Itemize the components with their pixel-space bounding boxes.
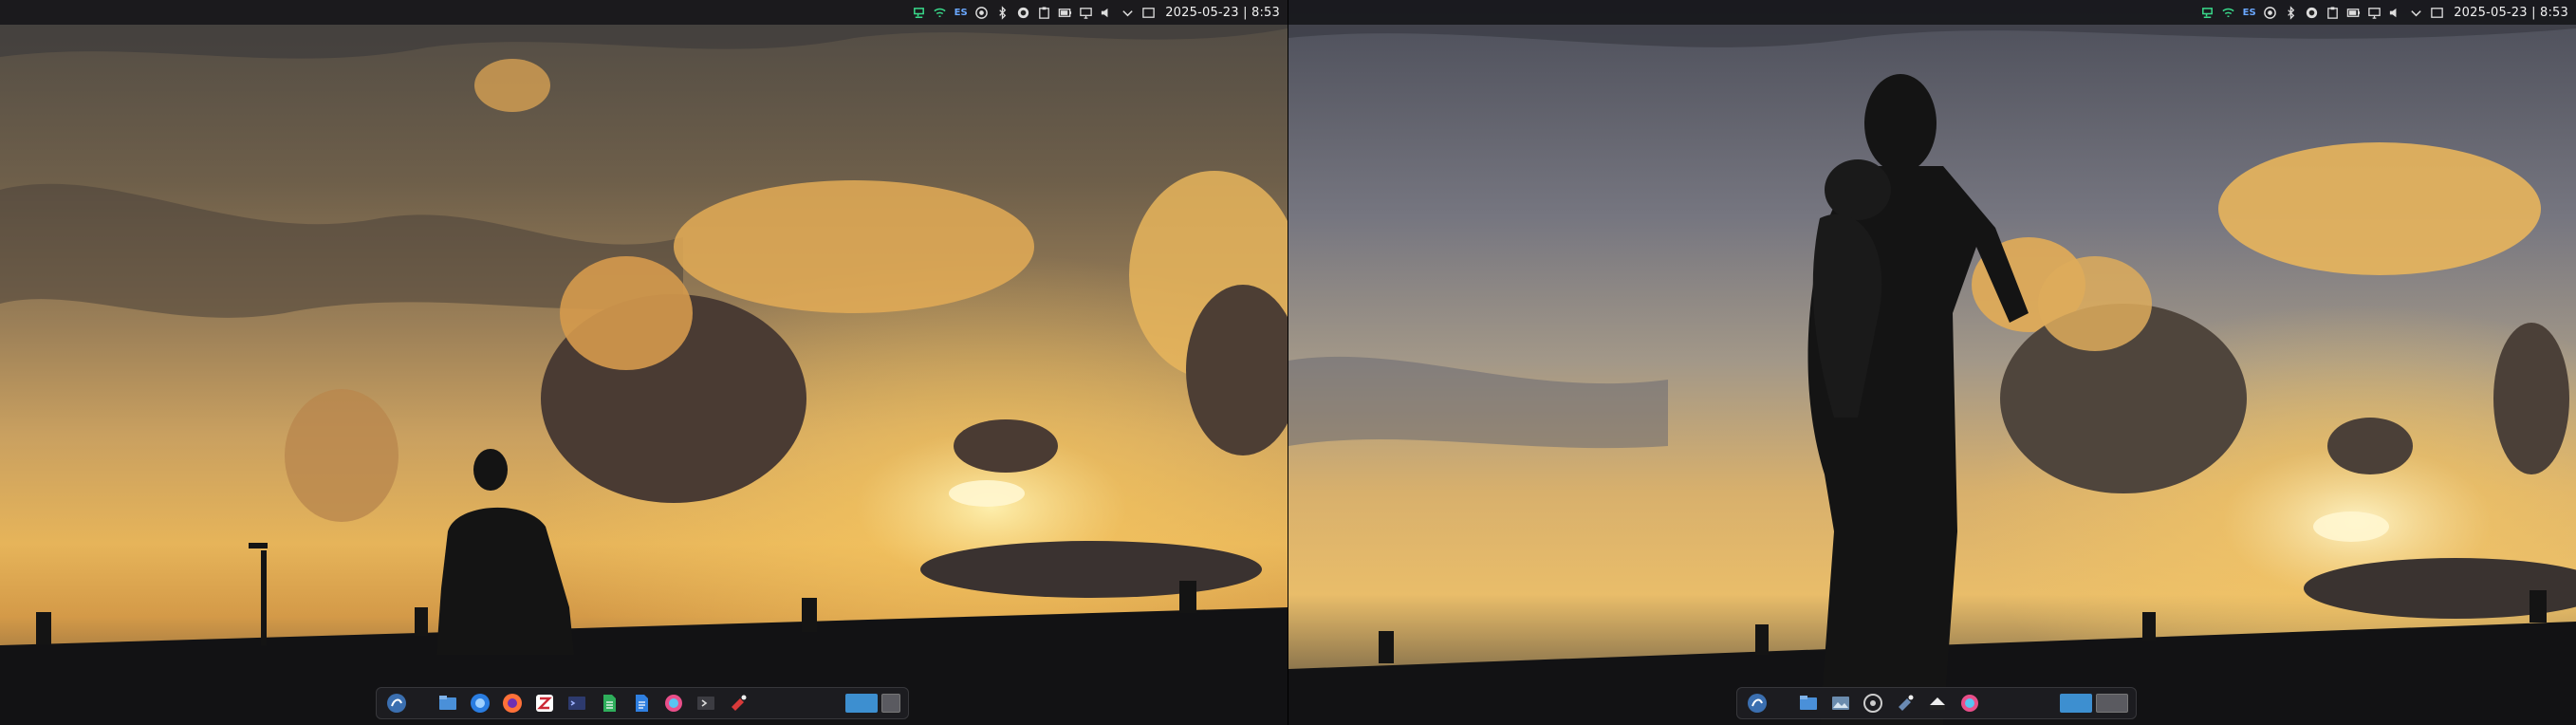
network-wired-icon[interactable] (2200, 6, 2215, 20)
chevron-down-icon[interactable] (1121, 6, 1135, 20)
terminal-icon[interactable] (565, 691, 589, 716)
network-wireless-icon[interactable] (2221, 6, 2235, 20)
image-viewer-icon[interactable] (1828, 691, 1853, 716)
volume-icon[interactable] (2388, 6, 2402, 20)
color-icon[interactable] (1957, 691, 1982, 716)
workspace-1[interactable] (845, 694, 878, 713)
top-panel-left: ES 2025-05-23 | 8:53 (0, 0, 1288, 25)
file-manager-icon[interactable] (436, 691, 460, 716)
battery-icon[interactable] (1058, 6, 1072, 20)
bluetooth-icon[interactable] (2284, 5, 2298, 20)
system-tray-right: ES (2200, 5, 2444, 20)
network-wireless-icon[interactable] (933, 6, 947, 20)
cleaner-icon[interactable] (1893, 691, 1918, 716)
chevron-down-icon[interactable] (2409, 6, 2423, 20)
cleaner-icon[interactable] (726, 691, 751, 716)
system-tray-left: ES (912, 5, 1156, 20)
color-icon[interactable] (661, 691, 686, 716)
firefox-icon[interactable] (500, 691, 525, 716)
clipboard-icon[interactable] (1037, 6, 1051, 20)
left-monitor: ES 2025-05-23 | 8:53 (0, 0, 1288, 725)
clipboard-icon[interactable] (2326, 6, 2340, 20)
workspace-pager-right (2060, 694, 2128, 713)
color-picker-icon[interactable] (1016, 6, 1030, 20)
display-icon[interactable] (1079, 6, 1093, 20)
zotero-icon[interactable] (532, 691, 557, 716)
theme-icon[interactable] (1925, 691, 1950, 716)
dock-right (1736, 687, 2137, 719)
workspace-pager-left (845, 694, 900, 713)
browser-icon[interactable] (468, 691, 492, 716)
battery-icon[interactable] (2346, 6, 2361, 20)
settings-icon[interactable] (1861, 691, 1885, 716)
workspace-1[interactable] (2060, 694, 2092, 713)
media-record-icon[interactable] (974, 6, 989, 20)
clock-left[interactable]: 2025-05-23 | 8:53 (1165, 6, 1280, 20)
volume-icon[interactable] (1100, 6, 1114, 20)
keyboard-layout-indicator[interactable]: ES (2242, 6, 2256, 20)
spreadsheet-icon[interactable] (597, 691, 621, 716)
file-manager-icon[interactable] (1796, 691, 1821, 716)
keyboard-layout-indicator[interactable]: ES (954, 6, 968, 20)
wallpaper-left (0, 0, 1288, 725)
workspace-2[interactable] (2096, 694, 2128, 713)
notifications-icon[interactable] (1141, 6, 1156, 20)
dock-left (376, 687, 909, 719)
workspace-2[interactable] (881, 694, 900, 713)
top-panel-right: ES 2025-05-23 | 8:53 (1288, 0, 2576, 25)
color-picker-icon[interactable] (2305, 6, 2319, 20)
app-launcher-icon[interactable] (1745, 691, 1770, 716)
console-icon[interactable] (694, 691, 718, 716)
wallpaper-right (1288, 0, 2576, 725)
notifications-icon[interactable] (2430, 6, 2444, 20)
right-monitor: ES 2025-05-23 | 8:53 (1288, 0, 2576, 725)
media-record-icon[interactable] (2263, 6, 2277, 20)
document-icon[interactable] (629, 691, 654, 716)
network-wired-icon[interactable] (912, 6, 926, 20)
app-launcher-icon[interactable] (384, 691, 409, 716)
clock-right[interactable]: 2025-05-23 | 8:53 (2454, 6, 2568, 20)
bluetooth-icon[interactable] (995, 5, 1010, 20)
display-icon[interactable] (2367, 6, 2381, 20)
